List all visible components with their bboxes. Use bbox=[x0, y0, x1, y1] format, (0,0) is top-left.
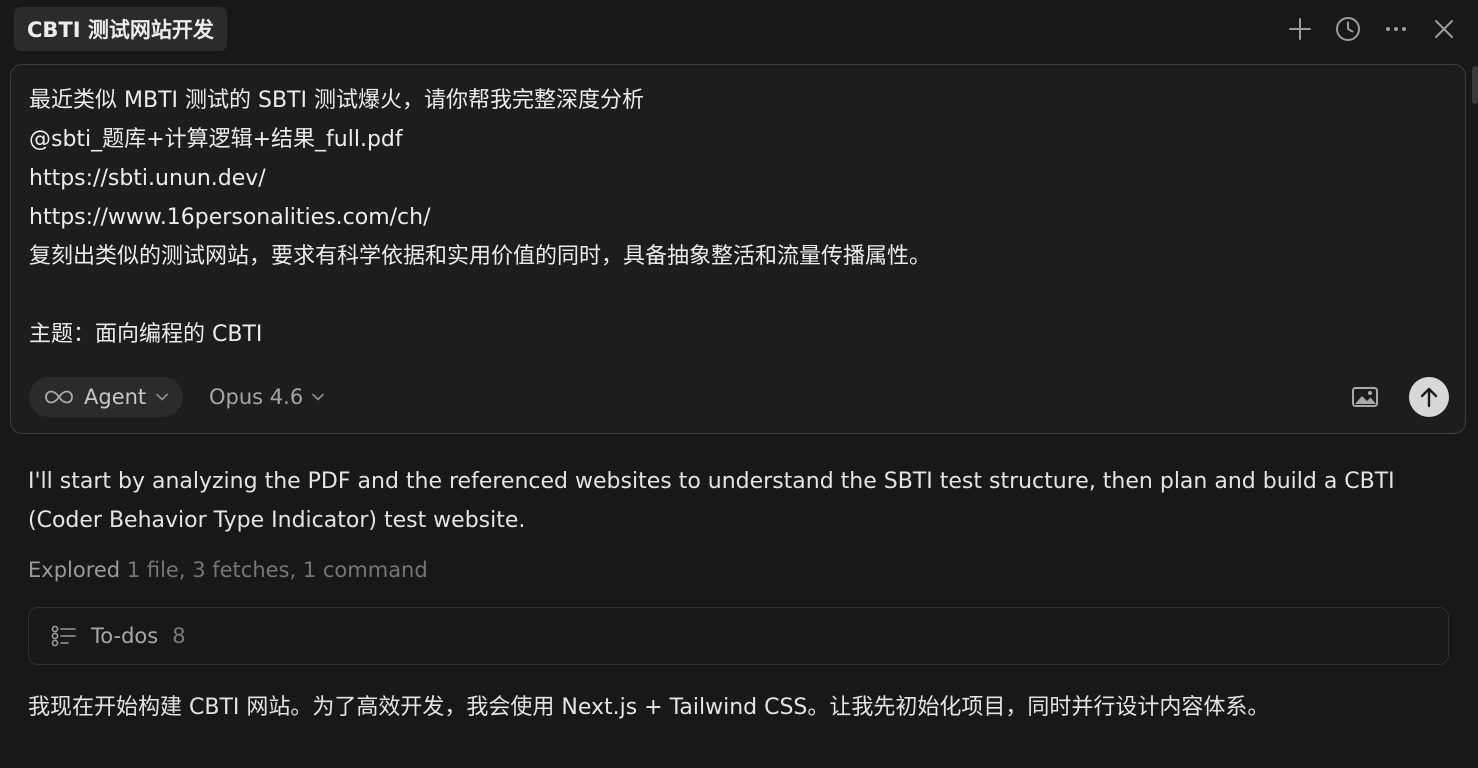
message-composer[interactable]: 最近类似 MBTI 测试的 SBTI 测试爆火，请你帮我完整深度分析 @sbti… bbox=[10, 64, 1466, 434]
assistant-message: 我现在开始构建 CBTI 网站。为了高效开发，我会使用 Next.js + Ta… bbox=[28, 695, 1270, 720]
composer-line-url: https://sbti.unun.dev/ bbox=[29, 166, 266, 191]
composer-line-theme: 主题：面向编程的 CBTI bbox=[29, 322, 263, 347]
checklist-icon bbox=[51, 625, 76, 647]
mode-selector[interactable]: Agent bbox=[29, 377, 184, 417]
attach-image-button[interactable] bbox=[1349, 381, 1381, 413]
image-icon bbox=[1352, 387, 1378, 407]
close-panel-button[interactable] bbox=[1420, 6, 1468, 52]
more-icon bbox=[1386, 27, 1406, 31]
chevron-down-icon bbox=[312, 393, 324, 401]
model-selector[interactable]: Opus 4.6 bbox=[207, 377, 326, 417]
composer-message-text[interactable]: 最近类似 MBTI 测试的 SBTI 测试爆火，请你帮我完整深度分析 @sbti… bbox=[29, 81, 1439, 354]
chevron-down-icon bbox=[156, 393, 168, 401]
arrow-up-icon bbox=[1420, 387, 1438, 408]
explored-detail: 1 file, 3 fetches, 1 command bbox=[126, 558, 428, 582]
chat-panel: CBTI 测试网站开发 最近类似 MBTI 测试的 SBTI 测试爆火，请你帮我… bbox=[0, 0, 1478, 768]
todos-label: To-dos bbox=[91, 624, 159, 648]
composer-line-blank bbox=[29, 276, 1439, 315]
composer-line-url: https://www.16personalities.com/ch/ bbox=[29, 205, 431, 230]
composer-line: 最近类似 MBTI 测试的 SBTI 测试爆火，请你帮我完整深度分析 bbox=[29, 88, 644, 113]
history-button[interactable] bbox=[1324, 6, 1372, 52]
composer-line-file-mention: @sbti_题库+计算逻辑+结果_full.pdf bbox=[29, 127, 403, 152]
top-bar: CBTI 测试网站开发 bbox=[0, 0, 1478, 58]
plus-icon bbox=[1289, 18, 1311, 40]
scrollbar-thumb[interactable] bbox=[1472, 66, 1478, 104]
assistant-message: I'll start by analyzing the PDF and the … bbox=[28, 469, 1395, 533]
explored-verb: Explored bbox=[28, 558, 121, 582]
explored-summary[interactable]: Explored 1 file, 3 fetches, 1 command bbox=[28, 552, 428, 588]
composer-footer: Agent Opus 4.6 bbox=[29, 377, 1449, 417]
send-button[interactable] bbox=[1409, 377, 1449, 417]
todos-count: 8 bbox=[172, 624, 186, 648]
infinity-icon bbox=[45, 390, 73, 404]
new-chat-button[interactable] bbox=[1276, 6, 1324, 52]
more-options-button[interactable] bbox=[1372, 6, 1420, 52]
model-label: Opus 4.6 bbox=[209, 385, 304, 409]
top-actions bbox=[1276, 6, 1468, 52]
composer-line: 复刻出类似的测试网站，要求有科学依据和实用价值的同时，具备抽象整活和流量传播属性… bbox=[29, 244, 932, 269]
close-icon bbox=[1435, 20, 1453, 38]
mode-label: Agent bbox=[84, 385, 147, 409]
todos-panel[interactable]: To-dos 8 bbox=[28, 607, 1449, 665]
history-icon bbox=[1336, 17, 1360, 41]
chat-title-tab[interactable]: CBTI 测试网站开发 bbox=[14, 7, 227, 51]
